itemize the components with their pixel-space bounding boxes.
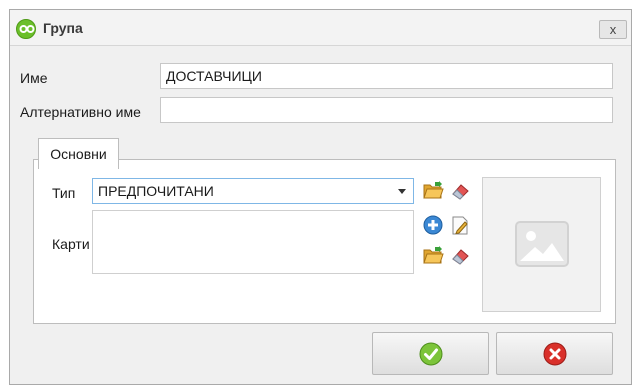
alt-name-field[interactable]: [160, 97, 613, 123]
close-button[interactable]: x: [599, 20, 627, 39]
image-placeholder-icon: [515, 221, 569, 267]
eraser-icon[interactable]: [449, 244, 471, 266]
window-title: Група: [43, 20, 83, 36]
eraser-icon[interactable]: [449, 179, 471, 201]
name-label: Име: [20, 70, 48, 86]
add-icon[interactable]: [422, 214, 444, 236]
tab-basic[interactable]: Основни: [38, 138, 119, 169]
name-field[interactable]: ДОСТАВЧИЦИ: [160, 63, 613, 89]
open-folder-icon[interactable]: [422, 179, 444, 201]
cards-list[interactable]: [92, 210, 414, 274]
tab-panel-basic: Тип ПРЕДПОЧИТАНИ Карти: [33, 159, 616, 324]
checkmark-icon: [419, 342, 443, 366]
open-folder-icon[interactable]: [422, 244, 444, 266]
alt-name-label: Алтернативно име: [20, 104, 141, 120]
group-dialog: Група x Име ДОСТАВЧИЦИ Алтернативно име …: [9, 9, 632, 385]
type-select-value: ПРЕДПОЧИТАНИ: [98, 183, 214, 199]
cards-label: Карти: [52, 236, 90, 252]
app-logo-icon: [16, 19, 36, 39]
edit-icon[interactable]: [449, 214, 471, 236]
image-preview[interactable]: [482, 177, 601, 312]
type-select[interactable]: ПРЕДПОЧИТАНИ: [92, 178, 414, 204]
title-bar: Група x: [10, 10, 631, 46]
cancel-icon: [543, 342, 567, 366]
cancel-button[interactable]: [496, 332, 613, 375]
type-label: Тип: [52, 185, 76, 201]
chevron-down-icon[interactable]: [398, 189, 406, 194]
ok-button[interactable]: [372, 332, 489, 375]
